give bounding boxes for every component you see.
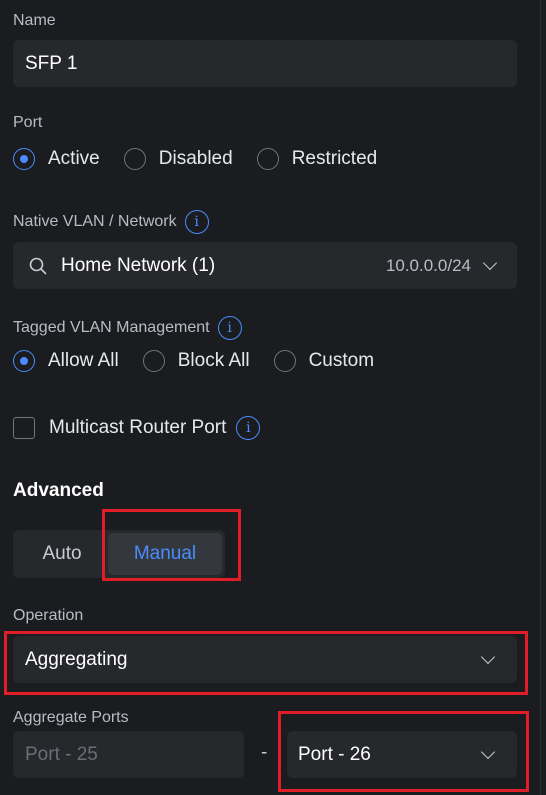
port-radio-group: Active Disabled Restricted xyxy=(13,148,401,170)
operation-value: Aggregating xyxy=(25,648,128,670)
aggregate-ports-label-text: Aggregate Ports xyxy=(13,709,129,726)
tagged-option-block-all[interactable]: Block All xyxy=(142,350,250,372)
port-option-restricted-label: Restricted xyxy=(291,148,378,169)
operation-label-text: Operation xyxy=(13,607,84,624)
tagged-option-allow-all[interactable]: Allow All xyxy=(13,350,119,372)
info-icon[interactable]: i xyxy=(184,210,209,234)
port-option-restricted[interactable]: Restricted xyxy=(256,148,378,170)
native-vlan-select[interactable]: Home Network (1) 10.0.0.0/24 xyxy=(13,242,517,289)
name-label: Name xyxy=(13,12,56,30)
info-icon[interactable]: i xyxy=(236,416,261,440)
name-input-value: SFP 1 xyxy=(25,52,78,74)
search-icon xyxy=(29,257,47,274)
aggregate-start-port-value: Port - 25 xyxy=(25,743,98,765)
name-label-text: Name xyxy=(13,12,56,29)
port-label-text: Port xyxy=(13,114,43,131)
tagged-option-custom-label: Custom xyxy=(308,350,375,371)
native-vlan-value: Home Network (1) xyxy=(61,254,216,276)
aggregate-start-port: Port - 25 xyxy=(13,731,244,778)
mode-segmented-control: Auto Manual xyxy=(13,530,225,578)
mode-auto-button[interactable]: Auto xyxy=(16,533,108,575)
radio-unchecked-icon xyxy=(123,148,146,170)
tagged-option-custom[interactable]: Custom xyxy=(273,350,375,372)
info-icon[interactable]: i xyxy=(217,316,242,340)
radio-unchecked-icon xyxy=(256,148,279,170)
port-option-active[interactable]: Active xyxy=(13,148,100,170)
port-option-active-label: Active xyxy=(48,148,100,169)
aggregate-end-port-select[interactable]: Port - 26 xyxy=(287,731,517,778)
multicast-router-port[interactable]: Multicast Router Port i xyxy=(13,416,261,440)
port-option-disabled-label: Disabled xyxy=(158,148,233,169)
tagged-vlan-label: Tagged VLAN Management i xyxy=(13,316,242,340)
port-label: Port xyxy=(13,114,42,132)
mode-manual-button[interactable]: Manual xyxy=(108,533,222,575)
radio-unchecked-icon xyxy=(142,350,165,372)
chevron-down-icon xyxy=(480,744,496,760)
multicast-label: Multicast Router Port xyxy=(49,417,227,438)
tagged-option-allow-all-label: Allow All xyxy=(48,350,119,371)
aggregate-separator: - xyxy=(261,742,268,763)
chevron-down-icon xyxy=(480,649,496,665)
scrollbar-divider xyxy=(540,0,541,795)
aggregate-end-port-value: Port - 26 xyxy=(298,743,371,765)
tagged-vlan-radio-group: Allow All Block All Custom xyxy=(13,350,398,372)
operation-label: Operation xyxy=(13,607,83,625)
native-vlan-label: Native VLAN / Network i xyxy=(13,210,209,234)
name-input[interactable]: SFP 1 xyxy=(13,40,517,87)
radio-unchecked-icon xyxy=(273,350,296,372)
advanced-heading: Advanced xyxy=(13,480,104,501)
native-vlan-subnet: 10.0.0.0/24 xyxy=(385,255,471,275)
aggregate-ports-label: Aggregate Ports xyxy=(13,709,129,727)
tagged-option-block-all-label: Block All xyxy=(177,350,250,371)
radio-checked-icon xyxy=(13,350,35,372)
multicast-checkbox[interactable] xyxy=(13,417,35,439)
operation-select[interactable]: Aggregating xyxy=(13,636,517,683)
tagged-vlan-label-text: Tagged VLAN Management xyxy=(13,319,210,336)
radio-checked-icon xyxy=(13,148,35,170)
chevron-down-icon xyxy=(482,255,498,271)
port-option-disabled[interactable]: Disabled xyxy=(123,148,233,170)
native-vlan-label-text: Native VLAN / Network xyxy=(13,213,177,230)
